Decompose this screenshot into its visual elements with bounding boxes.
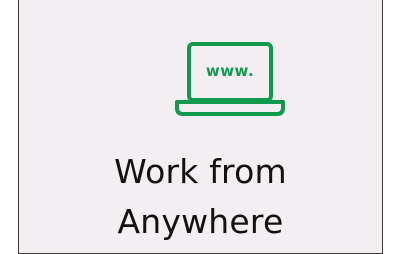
feature-tile[interactable]: www. Work from Anywhere [18, 0, 383, 254]
tile-title-line-1: Work from [114, 152, 287, 191]
laptop-web-icon [175, 42, 285, 116]
www-label: www. [205, 62, 255, 80]
tile-title-line-2: Anywhere [117, 202, 284, 241]
page: www. Work from Anywhere [0, 0, 396, 254]
